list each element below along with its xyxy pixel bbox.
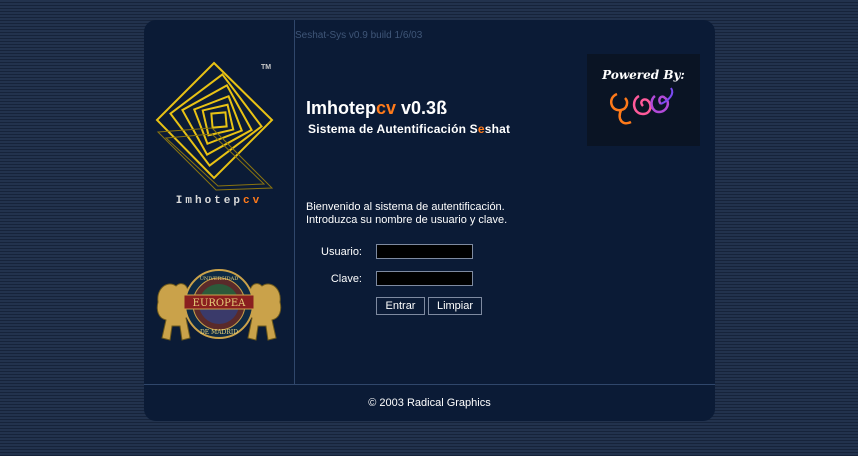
- footer-copyright: © 2003 Radical Graphics: [368, 397, 491, 409]
- user-label: Usuario:: [321, 246, 362, 258]
- trademark-text: TM: [261, 64, 272, 71]
- app-subtitle: Sistema de Autentificación Seshat: [308, 122, 510, 136]
- app-subtitle-s: S: [469, 122, 478, 136]
- build-version-text: Seshat-Sys v0.9 build 1/6/03: [295, 30, 423, 41]
- welcome-message: Bienvenido al sistema de autentificación…: [306, 201, 507, 227]
- password-input[interactable]: [376, 271, 473, 286]
- pass-label: Clave:: [330, 273, 362, 285]
- app-subtitle-e: e: [477, 122, 485, 136]
- app-subtitle-post: shat: [484, 122, 511, 136]
- university-seal-logo: EUROPEA UNIVERSIDAD DE MADRID: [154, 262, 284, 348]
- clear-button[interactable]: Limpiar: [428, 297, 482, 315]
- app-title-version: v0.3ß: [396, 98, 448, 118]
- powered-by-badge: Powered By:: [587, 54, 700, 146]
- logo-wordmark-cv: cv: [243, 195, 263, 207]
- app-subtitle-pre: Sistema de Autentificación: [308, 122, 470, 136]
- login-panel: Seshat-Sys v0.9 build 1/6/03 TM Imhotepc…: [144, 20, 715, 421]
- app-title: Imhotepcv v0.3ß: [306, 98, 447, 119]
- horizontal-divider: [144, 384, 715, 385]
- app-title-cv: cv: [376, 98, 397, 118]
- seal-band-text: EUROPEA: [193, 298, 246, 309]
- logo-wordmark: Imhotepcv: [144, 195, 294, 207]
- powered-by-logo-icon: [609, 87, 674, 125]
- seal-bottom-text: DE MADRID: [200, 329, 238, 336]
- welcome-line-1: Bienvenido al sistema de autentificación…: [306, 201, 505, 213]
- logo-wordmark-main: Imhotep: [175, 195, 243, 207]
- user-input[interactable]: [376, 244, 473, 259]
- app-title-main: Imhotep: [306, 98, 376, 118]
- imhotep-logo-icon: [154, 58, 284, 198]
- seal-top-text: UNIVERSIDAD: [200, 276, 239, 282]
- welcome-line-2: Introduzca su nombre de usuario y clave.: [306, 214, 508, 226]
- vertical-divider: [294, 20, 295, 384]
- submit-button[interactable]: Entrar: [376, 297, 425, 315]
